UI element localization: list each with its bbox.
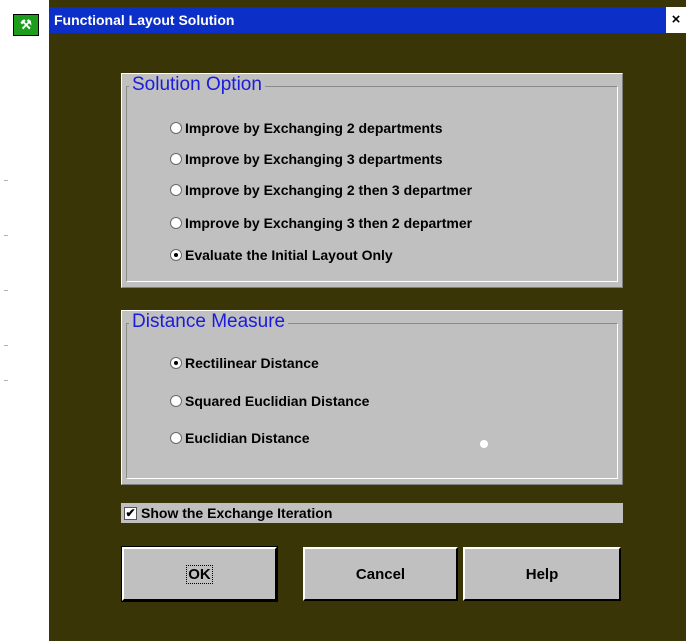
radio-squared-euclidian[interactable]: Squared Euclidian Distance bbox=[170, 391, 369, 411]
background-tick bbox=[4, 345, 8, 346]
checkbox-checked-icon[interactable]: ✔ bbox=[124, 506, 137, 520]
radio-button-icon[interactable] bbox=[170, 153, 182, 165]
radio-evaluate-initial[interactable]: Evaluate the Initial Layout Only bbox=[170, 245, 393, 265]
radio-label: Improve by Exchanging 2 then 3 departmer bbox=[185, 182, 473, 198]
background-tick bbox=[4, 235, 8, 236]
help-label: Help bbox=[525, 565, 559, 583]
radio-label: Euclidian Distance bbox=[185, 430, 310, 446]
radio-euclidian[interactable]: Euclidian Distance bbox=[170, 428, 309, 448]
radio-label: Improve by Exchanging 2 departments bbox=[185, 120, 443, 136]
background-tick bbox=[4, 380, 8, 381]
stray-dot bbox=[480, 440, 488, 448]
radio-button-selected-icon[interactable] bbox=[170, 357, 182, 369]
radio-button-icon[interactable] bbox=[170, 122, 182, 134]
radio-label: Evaluate the Initial Layout Only bbox=[185, 247, 393, 263]
cancel-button[interactable]: Cancel bbox=[303, 547, 458, 601]
radio-exchange-2[interactable]: Improve by Exchanging 2 departments bbox=[170, 118, 443, 138]
checkbox-label: Show the Exchange Iteration bbox=[141, 505, 333, 521]
help-button[interactable]: Help bbox=[463, 547, 621, 601]
window-title: Functional Layout Solution bbox=[54, 12, 235, 28]
background-tick bbox=[4, 180, 8, 181]
close-button[interactable]: × bbox=[666, 7, 686, 33]
background-tick bbox=[4, 290, 8, 291]
solution-option-group: Solution Option Improve by Exchanging 2 … bbox=[121, 73, 623, 288]
radio-label: Squared Euclidian Distance bbox=[185, 393, 370, 409]
solution-option-title: Solution Option bbox=[129, 74, 265, 96]
background-strip bbox=[0, 0, 49, 641]
radio-label: Improve by Exchanging 3 then 2 departmer bbox=[185, 215, 473, 231]
radio-button-icon[interactable] bbox=[170, 217, 182, 229]
radio-button-icon[interactable] bbox=[170, 395, 182, 407]
radio-rectilinear[interactable]: Rectilinear Distance bbox=[170, 353, 319, 373]
radio-button-icon[interactable] bbox=[170, 184, 182, 196]
distance-measure-group: Distance Measure Rectilinear Distance Sq… bbox=[121, 310, 623, 485]
ok-label: OK bbox=[186, 564, 213, 584]
radio-button-icon[interactable] bbox=[170, 432, 182, 444]
radio-label: Rectilinear Distance bbox=[185, 355, 319, 371]
radio-button-selected-icon[interactable] bbox=[170, 249, 182, 261]
dialog-window: ⚒ Functional Layout Solution × Solution … bbox=[13, 0, 686, 641]
distance-measure-title: Distance Measure bbox=[129, 311, 289, 333]
radio-label: Improve by Exchanging 3 departments bbox=[185, 151, 443, 167]
radio-exchange-3[interactable]: Improve by Exchanging 3 departments bbox=[170, 149, 443, 169]
show-exchange-iteration-checkbox[interactable]: ✔ Show the Exchange Iteration bbox=[121, 503, 623, 523]
title-bar[interactable]: ⚒ Functional Layout Solution × bbox=[13, 7, 686, 36]
radio-exchange-2-then-3[interactable]: Improve by Exchanging 2 then 3 departmer bbox=[170, 180, 472, 200]
cancel-label: Cancel bbox=[355, 565, 406, 583]
radio-exchange-3-then-2[interactable]: Improve by Exchanging 3 then 2 departmer bbox=[170, 213, 472, 233]
ok-button[interactable]: OK bbox=[121, 546, 278, 602]
app-icon[interactable]: ⚒ bbox=[13, 14, 39, 36]
